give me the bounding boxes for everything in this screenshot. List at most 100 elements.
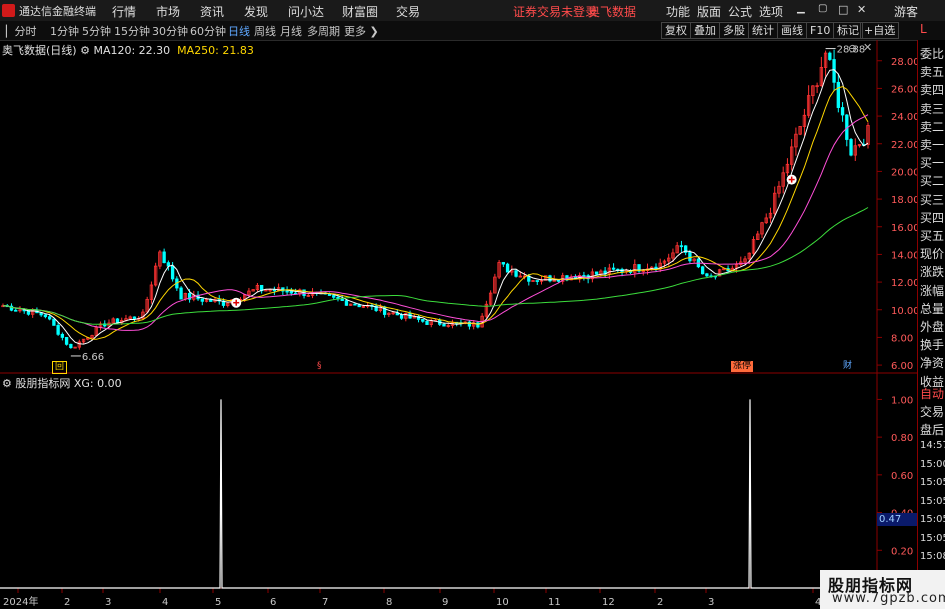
menu-item-xuanxiang[interactable]: 选项 [759, 3, 783, 20]
candle-body [467, 321, 472, 327]
period-1min[interactable]: 1分钟 [50, 23, 79, 39]
xg-value-label: XG: 0.00 [73, 377, 122, 390]
menu-item-caifuquan[interactable]: 财富圈 [342, 3, 378, 20]
price-tick-label-7: 14.00 [891, 250, 917, 261]
menu-item-gongshi[interactable]: 公式 [728, 3, 752, 20]
restore-icon[interactable]: □ [838, 3, 848, 16]
candle-body [179, 287, 183, 300]
menu-item-faxian[interactable]: 发现 [244, 3, 268, 20]
candle-body [170, 265, 175, 280]
zoom-icon[interactable]: ⊖ [848, 42, 857, 55]
sub-tick-label-2: 0.60 [891, 471, 913, 482]
marker-section[interactable]: § [315, 361, 324, 372]
candle-body [514, 270, 518, 277]
panel-time-2: 15:05 [920, 477, 945, 488]
date-tick-label-3: 4 [162, 597, 168, 608]
period-daily[interactable]: 日线 [228, 23, 250, 39]
candle-body [344, 300, 349, 306]
panel-item-0: 委比 [920, 47, 945, 61]
fuquan-button[interactable]: 复权 [661, 22, 691, 39]
candle-body [285, 290, 289, 293]
candle-body [289, 291, 293, 294]
main-chart-info: 奥飞数据(日线) ⚙ MA120: 22.30 MA250: 21.83 [2, 42, 254, 58]
biaoji-button[interactable]: 标记 [833, 22, 863, 39]
candle-body [332, 295, 336, 298]
settings-icon[interactable]: ⚙ [80, 44, 93, 57]
menu-item-gongneng[interactable]: 功能 [666, 3, 690, 20]
huaxian-button[interactable]: 画线 [777, 22, 807, 39]
candle-body [162, 251, 166, 264]
panel-time-5: 15:05 [920, 532, 945, 544]
panel-time-6: 15:08 [920, 551, 945, 562]
candle-body [166, 262, 171, 267]
chart-close-icon[interactable]: ✕ [863, 41, 872, 54]
period-weekly[interactable]: 周线 [254, 23, 276, 39]
candle-body [14, 309, 18, 312]
period-15min[interactable]: 15分钟 [114, 23, 150, 39]
period-more[interactable]: 更多 ❯ [344, 23, 379, 39]
candle-body [705, 273, 709, 277]
menu-item-wenxiaoda[interactable]: 问小达 [288, 3, 324, 20]
candle-body [272, 289, 277, 292]
candle-body [69, 343, 73, 349]
guest-label[interactable]: 游客 [894, 3, 918, 20]
app-logo-icon [2, 4, 15, 17]
diejia-button[interactable]: 叠加 [690, 22, 720, 39]
period-monthly[interactable]: 月线 [280, 23, 302, 39]
price-tick-label-1: 26.00 [891, 84, 917, 95]
sub-settings-icon[interactable]: ⚙ [2, 377, 15, 390]
sub-current-value-tag: 0.47 [877, 513, 917, 526]
add-favorite-button[interactable]: +自选 [860, 22, 900, 39]
panel-item-14: 总量 [920, 301, 945, 316]
login-notice[interactable]: 证券交易未登录 [513, 3, 597, 20]
panel-time-4: 15:05 [920, 514, 945, 525]
date-tick-label-9: 10 [496, 597, 509, 608]
f10-button[interactable]: F10 [806, 22, 835, 39]
panel-item-2: 卖四 [920, 83, 945, 98]
watermark: 股朋指标网 www.7gpzb.com [820, 570, 945, 609]
candle-body [556, 279, 561, 282]
menu-item-hangqing[interactable]: 行情 [112, 3, 136, 20]
candle-body [327, 293, 332, 296]
xg-indicator-line [0, 399, 877, 589]
menu-item-shichang[interactable]: 市场 [156, 3, 180, 20]
period-60min[interactable]: 60分钟 [190, 23, 226, 39]
date-tick-label-13: 3 [708, 597, 714, 608]
candle-body [43, 314, 48, 318]
price-tick-label-11: 6.00 [891, 361, 913, 372]
period-multi[interactable]: 多周期 [307, 23, 340, 39]
panel-item-16: 换手 [920, 338, 945, 353]
panel-item-5: 卖一 [920, 138, 945, 152]
sub-chart-info: ⚙ 股朋指标网 XG: 0.00 [2, 375, 122, 391]
ma-line-60 [2, 207, 869, 325]
minimize-icon[interactable]: ▁ [797, 3, 805, 14]
candle-body [611, 267, 616, 270]
period-fenshi[interactable]: ▏分时 [6, 23, 36, 39]
marker-cai[interactable]: 财 [841, 361, 854, 372]
menu-item-zixun[interactable]: 资讯 [200, 3, 224, 20]
period-30min[interactable]: 30分钟 [152, 23, 188, 39]
price-tick-label-8: 12.00 [891, 278, 917, 289]
menu-item-jiaoyi[interactable]: 交易 [396, 3, 420, 20]
kline-chart[interactable]: 28.0026.0024.0022.0020.0018.0016.0014.00… [0, 40, 917, 609]
close-icon[interactable]: ✕ [857, 3, 866, 16]
marker-hui[interactable]: 回 [52, 361, 68, 374]
duogu-button[interactable]: 多股 [719, 22, 749, 39]
panel-item-4: 卖二 [920, 119, 945, 134]
price-tick-label-3: 22.00 [891, 140, 917, 151]
marker-zhangting[interactable]: 涨停 [731, 361, 754, 372]
candle-body [425, 320, 429, 325]
candle-body [828, 52, 832, 60]
period-5min[interactable]: 5分钟 [82, 23, 111, 39]
price-tick-label-0: 28.00 [891, 57, 917, 68]
ma-line-20 [2, 114, 869, 331]
maximize-icon[interactable]: ▢ [818, 3, 827, 14]
candle-body [594, 271, 599, 275]
candle-body [115, 318, 120, 324]
candle-body [840, 107, 845, 116]
tongji-button[interactable]: 统计 [748, 22, 778, 39]
menu-item-banmian[interactable]: 版面 [697, 3, 721, 20]
price-tick-label-10: 8.00 [891, 333, 913, 344]
price-tick-label-2: 24.00 [891, 112, 917, 123]
period-bar: ▏分时 1分钟 5分钟 15分钟 30分钟 60分钟 日线 周线 月线 多周期 … [0, 21, 945, 41]
